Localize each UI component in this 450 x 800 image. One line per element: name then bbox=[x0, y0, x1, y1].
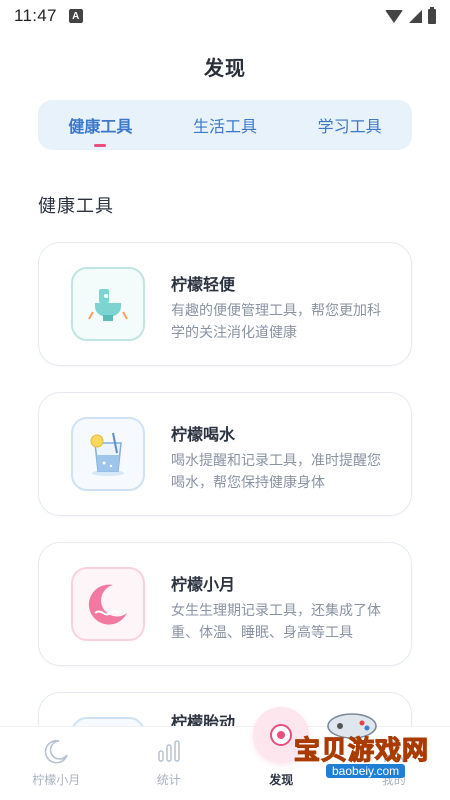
signal-icon bbox=[409, 9, 422, 23]
bottom-nav: 柠檬小月 统计 发现 我的 bbox=[0, 707, 450, 800]
tab-life-tools[interactable]: 生活工具 bbox=[189, 107, 261, 143]
status-time: 11:47 bbox=[14, 6, 57, 25]
moon-outline-icon bbox=[44, 739, 69, 764]
tab-health-tools[interactable]: 健康工具 bbox=[64, 107, 136, 147]
water-glass-icon bbox=[71, 417, 145, 491]
tab-label: 生活工具 bbox=[192, 119, 257, 136]
nav-item-stats[interactable]: 统计 bbox=[113, 727, 226, 800]
card-title: 柠檬小月 bbox=[171, 577, 236, 594]
card-title: 柠檬轻便 bbox=[171, 277, 236, 294]
moon-icon bbox=[71, 567, 145, 641]
card-description: 女生生理期记录工具，还集成了体重、体温、睡眠、身高等工具 bbox=[171, 602, 381, 640]
toilet-icon bbox=[71, 267, 145, 341]
nav-label: 我的 bbox=[381, 773, 406, 787]
active-tab-indicator bbox=[94, 144, 107, 147]
section-title: 健康工具 bbox=[38, 196, 114, 216]
tab-label: 健康工具 bbox=[68, 119, 133, 136]
card-description: 有趣的便便管理工具，帮您更加科学的关注消化道健康 bbox=[171, 302, 381, 340]
status-bar: 11:47 A bbox=[0, 0, 450, 32]
wifi-icon bbox=[385, 9, 403, 23]
page-title: 发现 bbox=[204, 58, 246, 80]
tool-card-water[interactable]: 柠檬喝水 喝水提醒和记录工具，准时提醒您喝水，帮您保持健康身体 bbox=[38, 392, 412, 516]
tab-study-tools[interactable]: 学习工具 bbox=[314, 107, 386, 143]
card-title: 柠檬喝水 bbox=[171, 427, 236, 444]
tool-card-toilet[interactable]: 柠檬轻便 有趣的便便管理工具，帮您更加科学的关注消化道健康 bbox=[38, 242, 412, 366]
nav-label: 发现 bbox=[269, 773, 294, 787]
nav-item-period[interactable]: 柠檬小月 bbox=[0, 727, 113, 800]
nav-label: 柠檬小月 bbox=[32, 773, 81, 787]
notification-icon: A bbox=[68, 9, 83, 23]
user-icon bbox=[384, 741, 404, 763]
tool-card-period[interactable]: 柠檬小月 女生生理期记录工具，还集成了体重、体温、睡眠、身高等工具 bbox=[38, 542, 412, 666]
nav-item-mine[interactable]: 我的 bbox=[338, 727, 450, 800]
bar-chart-icon bbox=[158, 740, 180, 762]
card-description: 喝水提醒和记录工具，准时提醒您喝水，帮您保持健康身体 bbox=[171, 452, 381, 490]
nav-label: 统计 bbox=[156, 773, 181, 787]
status-icons bbox=[385, 6, 436, 24]
battery-icon bbox=[428, 6, 436, 24]
category-tabs: 健康工具 生活工具 学习工具 bbox=[38, 100, 412, 150]
discover-icon bbox=[253, 707, 310, 763]
nav-item-discover[interactable]: 发现 bbox=[225, 707, 338, 800]
tab-label: 学习工具 bbox=[317, 119, 382, 136]
